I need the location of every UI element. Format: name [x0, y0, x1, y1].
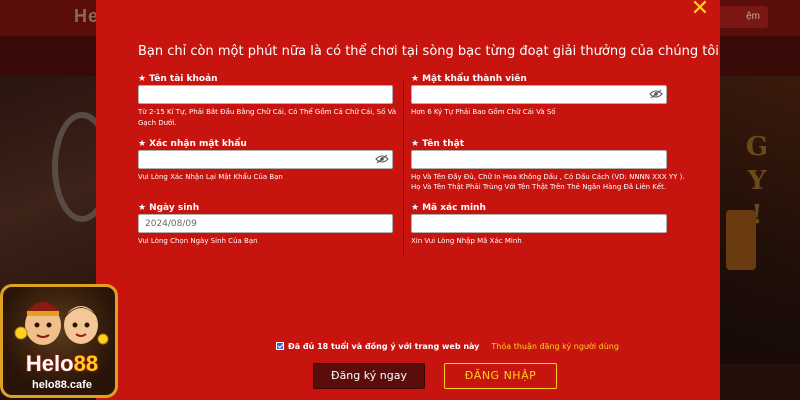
captcha-input[interactable] [411, 214, 667, 233]
username-label: ★ Tên tài khoản [138, 74, 218, 84]
confirm-password-input[interactable] [138, 150, 393, 169]
brand-logo-badge: Helo88 helo88.cafe [0, 284, 118, 398]
mascot-illustration [14, 302, 109, 345]
login-button[interactable]: ĐĂNG NHẬP [444, 363, 557, 389]
username-hint: Từ 2-15 Kí Tự, Phải Bắt Đầu Bằng Chữ Cái… [138, 108, 397, 127]
birthday-label: ★ Ngày sinh [138, 203, 200, 213]
required-star-icon: ★ [138, 74, 147, 84]
register-button[interactable]: Đăng ký ngay [313, 363, 425, 389]
captcha-label: ★ Mã xác minh [411, 203, 486, 213]
background-header-button[interactable]: ệm [716, 6, 768, 28]
eye-slash-icon[interactable] [375, 154, 389, 164]
agreement-text: Đã đủ 18 tuổi và đồng ý với trang web nà… [288, 341, 480, 351]
required-star-icon: ★ [411, 203, 420, 213]
brand-domain: helo88.cafe [32, 379, 92, 391]
terms-link[interactable]: Thỏa thuận đăng ký người dùng [491, 342, 619, 351]
close-icon[interactable]: ✕ [690, 0, 710, 20]
required-star-icon: ★ [411, 74, 420, 84]
agreement-checkbox[interactable] [276, 342, 284, 350]
password-input[interactable] [411, 85, 667, 104]
column-divider [403, 80, 404, 256]
confirm-password-hint: Vui Lòng Xác Nhận Lại Mật Khẩu Của Bạn [138, 173, 283, 181]
password-hint: Hơn 6 Ký Tự Phải Bao Gồm Chữ Cái Và Số [411, 108, 556, 116]
confirm-password-label: ★ Xác nhận mật khẩu [138, 139, 247, 149]
brand-logo-text: Helo88 [25, 351, 99, 376]
password-label: ★ Mật khẩu thành viên [411, 74, 527, 84]
birthday-hint: Vui Lòng Chọn Ngày Sinh Của Bạn [138, 237, 258, 245]
real-name-hint-line2: Họ Và Tên Thật Phải Trùng Với Tên Thật T… [411, 183, 667, 191]
required-star-icon: ★ [138, 139, 147, 149]
modal-title: Bạn chỉ còn một phút nữa là có thể chơi … [138, 44, 719, 59]
agreement-row: Đã đủ 18 tuổi và đồng ý với trang web nà… [276, 340, 619, 352]
username-input[interactable] [138, 85, 393, 104]
birthday-input[interactable]: 2024/08/09 [138, 214, 393, 233]
required-star-icon: ★ [138, 203, 147, 213]
eye-slash-icon[interactable] [649, 89, 663, 99]
required-star-icon: ★ [411, 139, 420, 149]
background-right-decoration [726, 210, 756, 270]
real-name-input[interactable] [411, 150, 667, 169]
captcha-hint: Xin Vui Lòng Nhập Mã Xác Minh [411, 237, 522, 245]
real-name-label: ★ Tên thật [411, 139, 465, 149]
